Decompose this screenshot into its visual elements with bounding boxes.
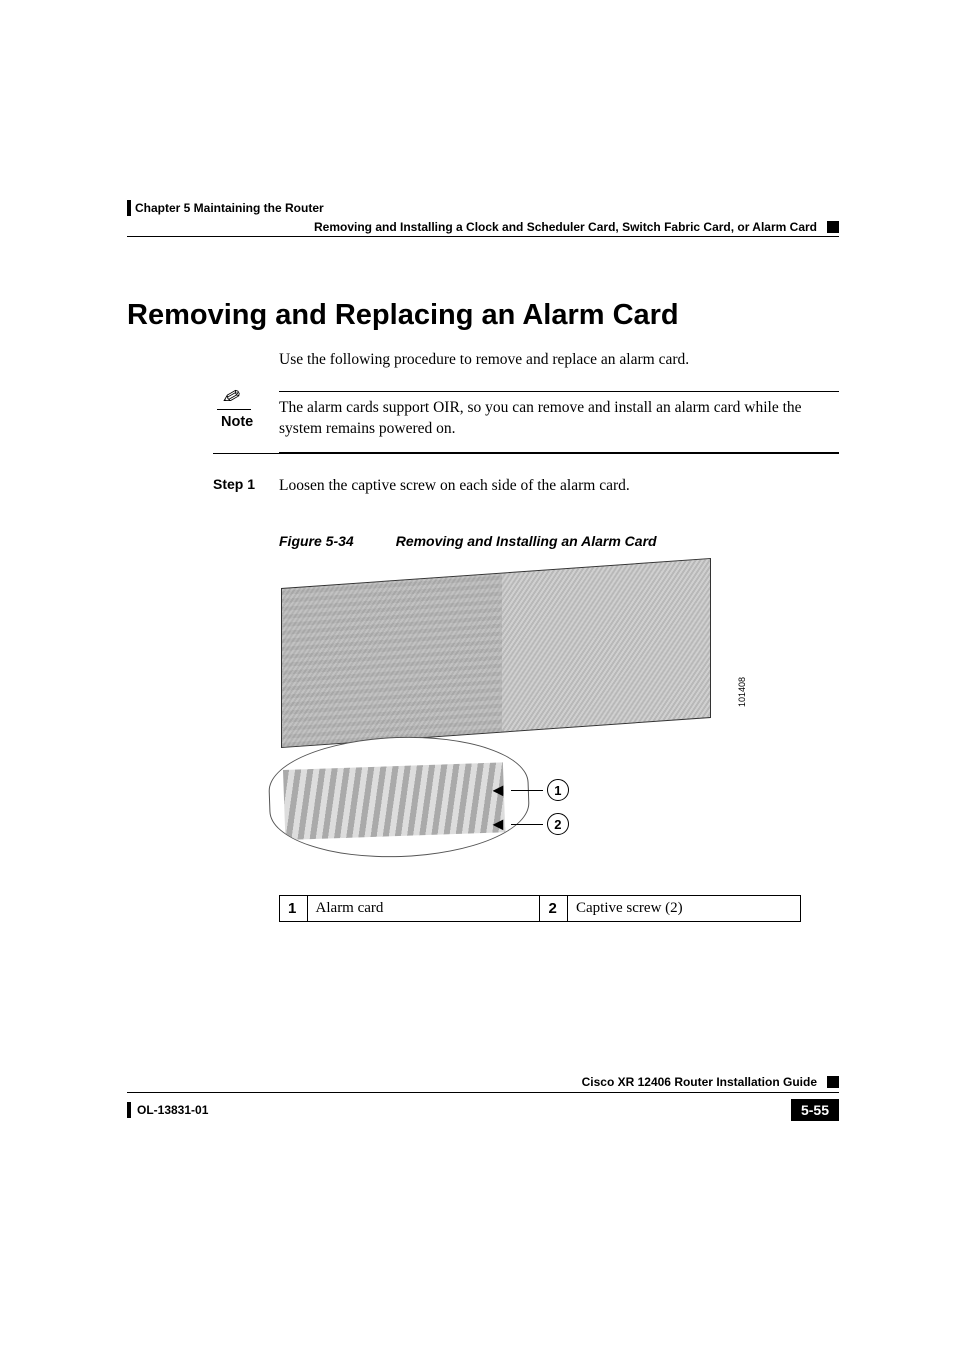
step-text: Loosen the captive screw on each side of… [279, 476, 839, 497]
legend-text-1: Alarm card [307, 896, 540, 922]
figure-image-id: 101408 [737, 677, 747, 707]
table-row: 1 Alarm card 2 Captive screw (2) [280, 896, 801, 922]
callout-line [511, 790, 543, 791]
arrow-icon: ◄ [489, 814, 507, 835]
note-block: ✎ Note The alarm cards support OIR, so y… [221, 391, 839, 453]
intro-paragraph: Use the following procedure to remove an… [279, 350, 839, 371]
section-marker [827, 221, 839, 233]
legend-table: 1 Alarm card 2 Captive screw (2) [279, 895, 801, 922]
footer-marker [827, 1076, 839, 1088]
note-icon-underline [217, 409, 251, 410]
chapter-label: Chapter 5 Maintaining the Router [135, 201, 324, 215]
footer-guide-title: Cisco XR 12406 Router Installation Guide [582, 1075, 817, 1089]
figure-illustration: 101408 ◄ 1 ◄ 2 [279, 567, 739, 867]
callout-2: ◄ 2 [489, 813, 569, 835]
legend-num-2: 2 [540, 896, 568, 922]
section-label: Removing and Installing a Clock and Sche… [314, 220, 817, 234]
page-title: Removing and Replacing an Alarm Card [127, 299, 839, 332]
callout-1: ◄ 1 [489, 779, 569, 801]
legend-text-2: Captive screw (2) [568, 896, 801, 922]
note-rule-top [279, 391, 839, 392]
step-label: Step 1 [127, 476, 279, 492]
doc-id: OL-13831-01 [127, 1102, 208, 1118]
note-text: The alarm cards support OIR, so you can … [279, 398, 839, 444]
figure-title: Removing and Installing an Alarm Card [396, 533, 657, 549]
note-rule-bot [279, 452, 839, 453]
page-number-badge: 5-55 [791, 1099, 839, 1121]
arrow-icon: ◄ [489, 780, 507, 801]
note-label: Note [221, 414, 253, 430]
step-rule [213, 453, 839, 454]
callout-bubble-1: 1 [547, 779, 569, 801]
page-footer: Cisco XR 12406 Router Installation Guide… [127, 1075, 839, 1121]
pencil-icon: ✎ [215, 384, 245, 409]
chapter-marker [127, 200, 131, 216]
header-rule [127, 236, 839, 237]
callout-bubble-2: 2 [547, 813, 569, 835]
legend-num-1: 1 [280, 896, 308, 922]
chapter-header: Chapter 5 Maintaining the Router Removin… [127, 200, 839, 237]
callout-line [511, 824, 543, 825]
step-row: Step 1 Loosen the captive screw on each … [127, 476, 839, 497]
router-chassis [281, 558, 711, 748]
figure-caption: Figure 5-34 Removing and Installing an A… [279, 533, 839, 549]
doc-id-text: OL-13831-01 [137, 1103, 208, 1117]
doc-id-bar [127, 1102, 131, 1118]
alarm-card-detail [283, 762, 505, 840]
footer-rule [127, 1092, 839, 1093]
figure-ref: Figure 5-34 [279, 533, 354, 549]
